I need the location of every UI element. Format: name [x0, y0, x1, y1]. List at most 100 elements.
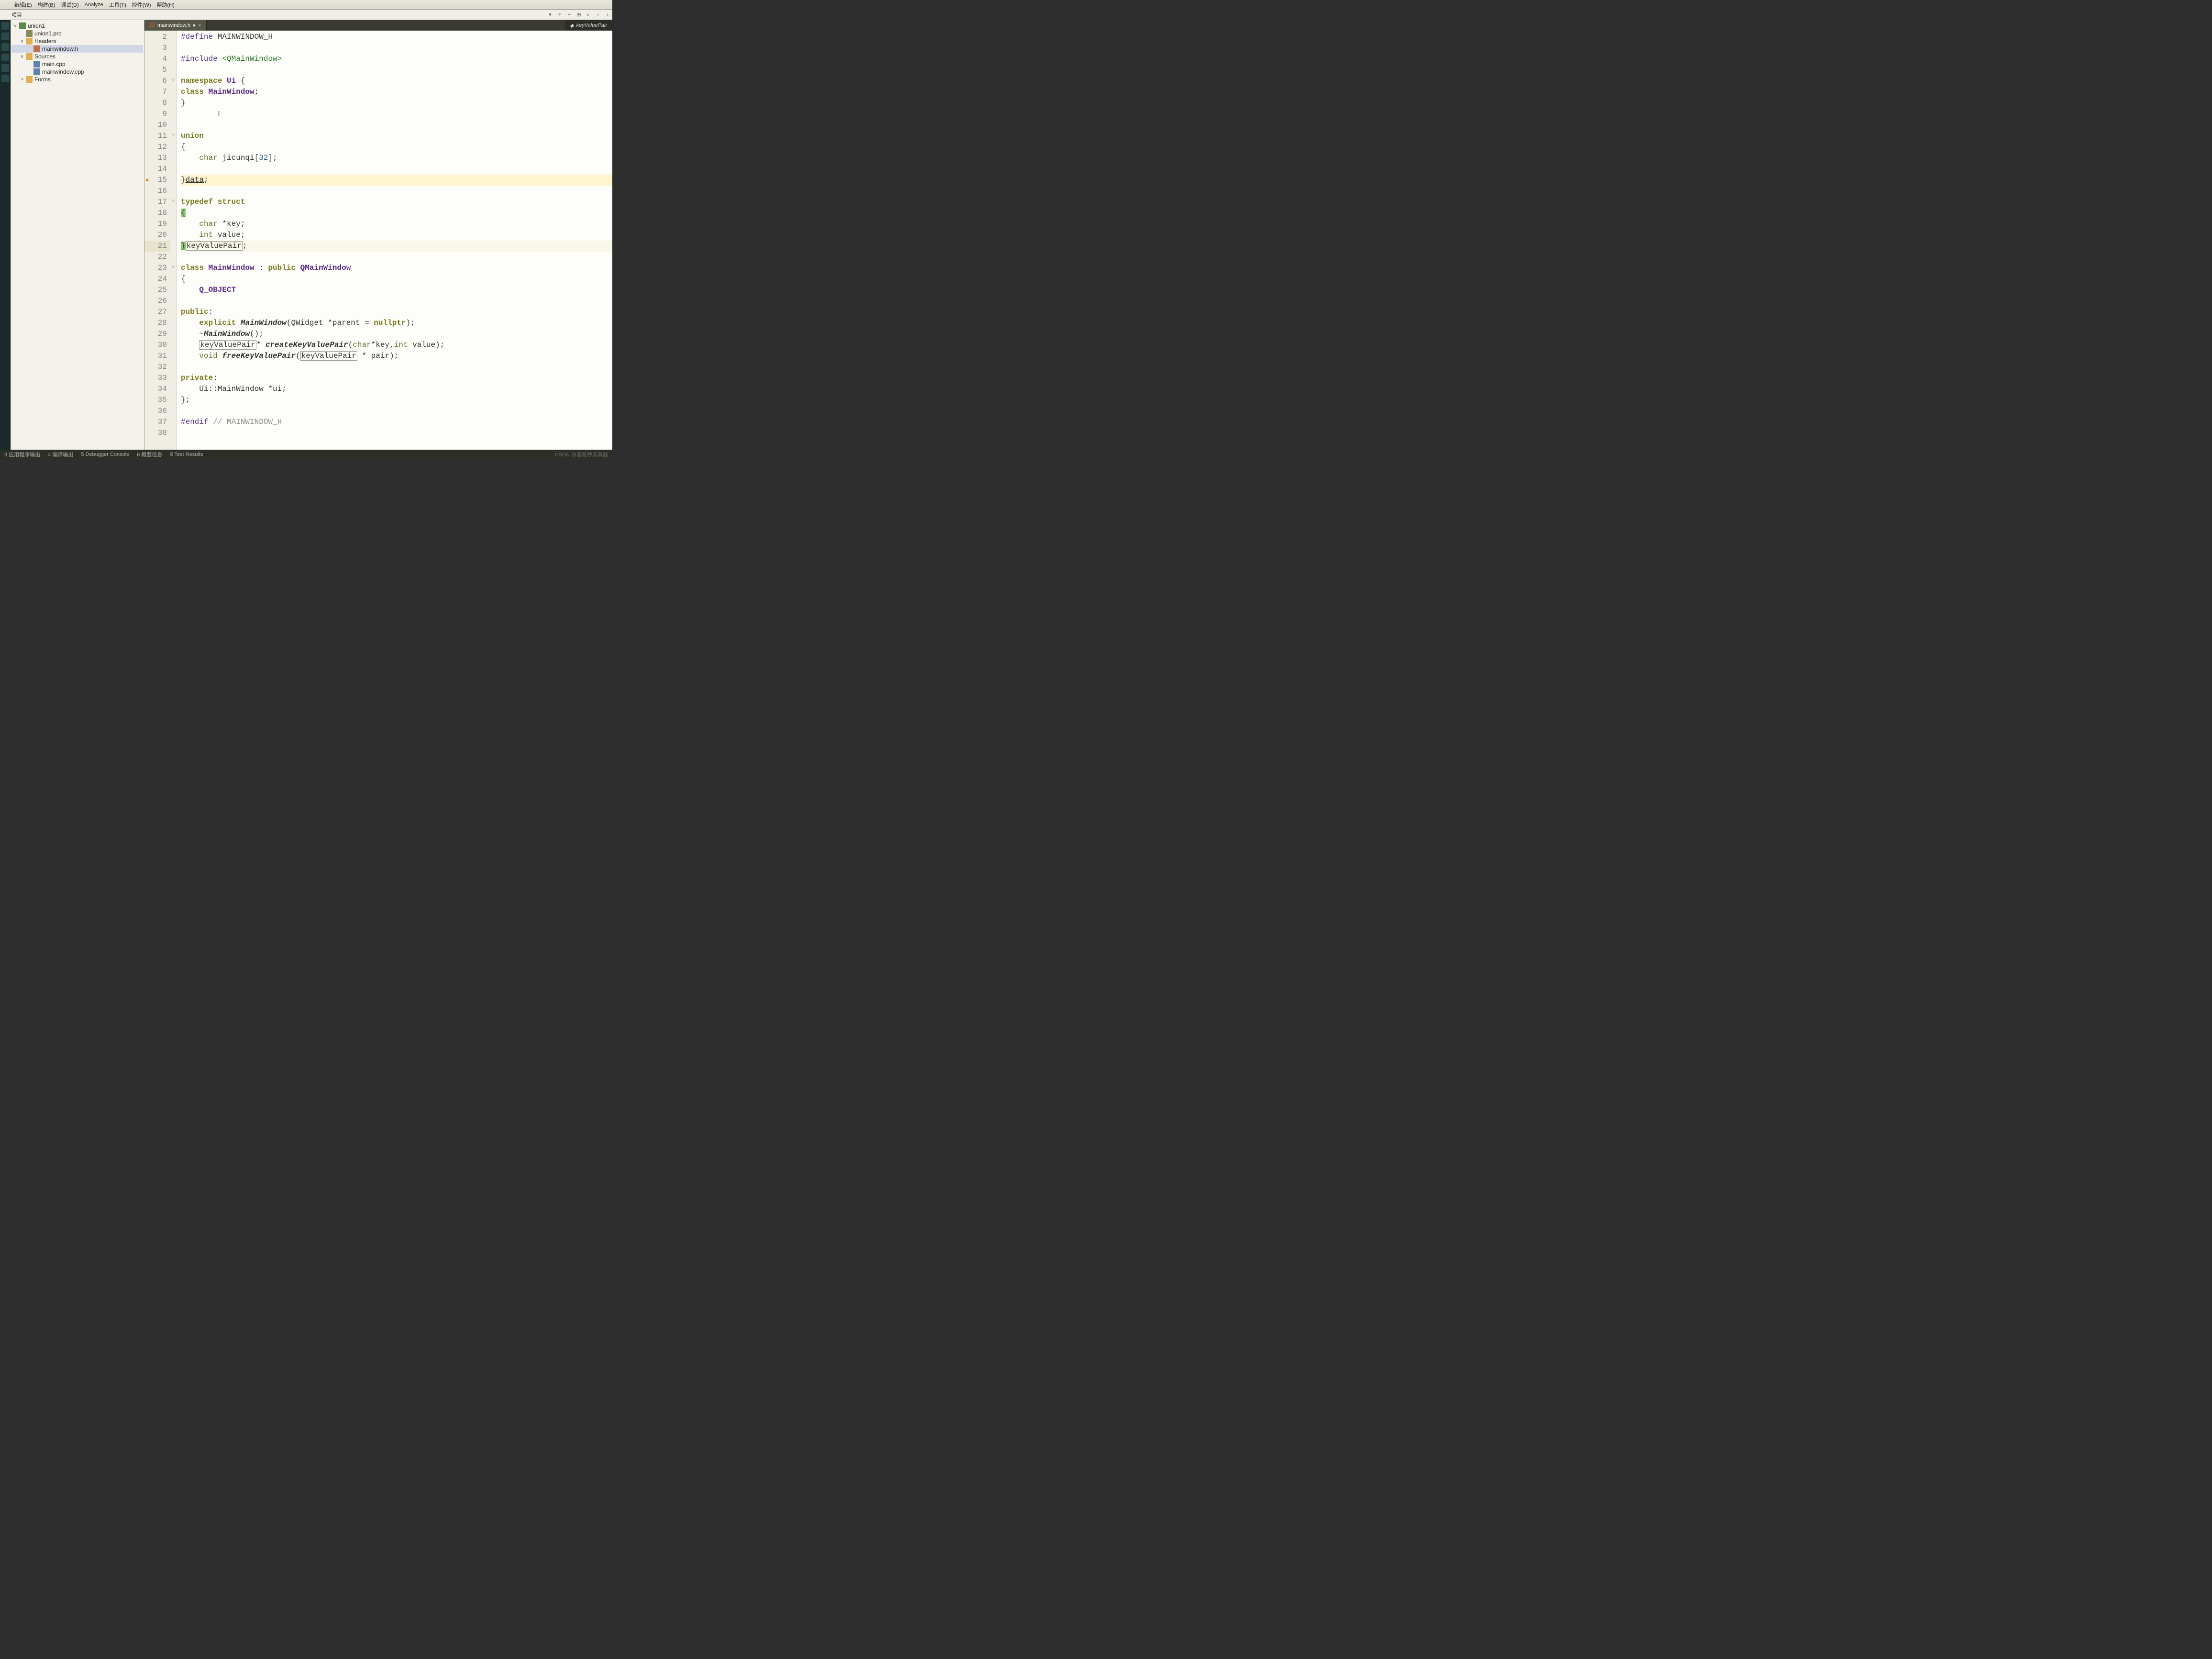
mode-debug[interactable] [1, 54, 9, 61]
line-number: 20 [144, 230, 170, 241]
line-number: 14 [144, 164, 170, 175]
filter-icon[interactable]: ▾ [546, 11, 554, 19]
code-line[interactable]: }keyValuePair; [181, 241, 612, 252]
code-line[interactable] [181, 164, 612, 175]
twisty-icon[interactable]: v [19, 54, 25, 59]
code-line[interactable]: }data; [181, 175, 612, 186]
fold-marker [170, 306, 177, 317]
code-line[interactable]: private: [181, 373, 612, 384]
fold-marker [170, 427, 177, 438]
line-number: 34 [144, 384, 170, 395]
line-number: 35 [144, 395, 170, 406]
line-number: 3 [144, 43, 170, 54]
tab-dropdown-icon[interactable]: ▾ [193, 22, 196, 29]
code-line[interactable]: void freeKeyValuePair(keyValuePair * pai… [181, 351, 612, 362]
line-number: ▲15 [144, 175, 170, 186]
code-line[interactable]: #endif // MAINWINDOW_H [181, 417, 612, 428]
menu-debug[interactable]: 调试(D) [58, 0, 81, 10]
tree-item-mainwindow-cpp[interactable]: mainwindow.cpp [11, 68, 143, 76]
code-line[interactable]: } [181, 98, 612, 109]
code-line[interactable] [181, 296, 612, 307]
code-line[interactable]: explicit MainWindow(QWidget *parent = nu… [181, 318, 612, 329]
sync-icon[interactable]: ◐ [585, 11, 592, 19]
code-line[interactable]: { [181, 142, 612, 153]
fold-marker[interactable]: v [170, 75, 177, 86]
mode-projects[interactable] [1, 64, 9, 72]
twisty-icon[interactable]: v [12, 23, 18, 29]
tree-item-headers[interactable]: vHeaders [11, 37, 143, 45]
output-pane-3[interactable]: 3 应用程序输出 [3, 451, 42, 458]
code-line[interactable]: { [181, 274, 612, 285]
code-line[interactable] [181, 120, 612, 131]
code-line[interactable]: ~MainWindow(); [181, 329, 612, 340]
output-pane-6[interactable]: 6 概要信息 [135, 451, 164, 458]
tab-mainwindow-h[interactable]: mainwindow.h ▾ × [144, 20, 207, 31]
code-line[interactable]: typedef struct [181, 197, 612, 208]
code-line[interactable]: class MainWindow : public QMainWindow [181, 263, 612, 274]
code-line[interactable]: { [181, 208, 612, 219]
code-line[interactable] [181, 428, 612, 439]
pro-icon [26, 30, 33, 37]
code-text-area[interactable]: #define MAINWINDOW_H #include <QMainWindo… [177, 31, 612, 450]
fold-marker[interactable]: v [170, 130, 177, 141]
menu-help[interactable]: 帮助(H) [154, 0, 177, 10]
fold-marker [170, 328, 177, 339]
tree-item-label: mainwindow.h [42, 45, 78, 52]
code-line[interactable] [181, 406, 612, 417]
fold-marker[interactable]: v [170, 196, 177, 207]
close-icon[interactable]: × [198, 22, 201, 29]
menu-edit[interactable]: 编辑(E) [11, 0, 35, 10]
code-line[interactable]: }; [181, 395, 612, 406]
code-line[interactable]: I [181, 109, 612, 120]
menu-tools[interactable]: 工具(T) [106, 0, 129, 10]
mode-design[interactable] [1, 43, 9, 51]
mode-help[interactable] [1, 75, 9, 82]
code-line[interactable]: #include <QMainWindow> [181, 54, 612, 65]
menu-analyze[interactable]: Analyze [82, 1, 106, 9]
nav-back-icon[interactable]: ‹ [594, 11, 602, 19]
line-number: 27 [144, 307, 170, 318]
code-line[interactable] [181, 43, 612, 54]
tree-item-label: union1.pro [34, 30, 62, 37]
code-line[interactable]: class MainWindow; [181, 87, 612, 98]
code-line[interactable]: int value; [181, 230, 612, 241]
code-line[interactable] [181, 362, 612, 373]
menu-build[interactable]: 构建(B) [35, 0, 58, 10]
header-file-icon [149, 22, 155, 28]
tree-item-main-cpp[interactable]: main.cpp [11, 60, 143, 68]
editor-tab-bar: mainwindow.h ▾ × ◆ keyValuePair [144, 20, 612, 31]
code-line[interactable]: char *key; [181, 219, 612, 230]
code-line[interactable]: keyValuePair* createKeyValuePair(char*ke… [181, 340, 612, 351]
twisty-icon[interactable]: v [19, 39, 25, 44]
code-line[interactable]: Q_OBJECT [181, 285, 612, 296]
menu-widgets[interactable]: 控件(W) [129, 0, 154, 10]
code-line[interactable]: public: [181, 307, 612, 318]
tree-item-forms[interactable]: > Forms [11, 76, 143, 83]
nav-fwd-icon[interactable]: › [604, 11, 611, 19]
tree-item-union1-pro[interactable]: union1.pro [11, 30, 143, 37]
code-line[interactable]: namespace Ui { [181, 76, 612, 87]
output-pane-8[interactable]: 8 Test Results [168, 452, 204, 457]
twisty-icon[interactable]: > [19, 77, 25, 82]
output-pane-5[interactable]: 5 Debugger Console [79, 452, 131, 457]
tree-item-sources[interactable]: vSources [11, 53, 143, 60]
output-pane-4[interactable]: 4 编译输出 [46, 451, 75, 458]
code-line[interactable] [181, 186, 612, 197]
collapse-icon[interactable]: − [565, 11, 573, 19]
tree-item-label: Forms [34, 76, 51, 83]
code-line[interactable]: char jicunqi[32]; [181, 153, 612, 164]
code-line[interactable]: union [181, 131, 612, 142]
tree-item-union1[interactable]: vunion1 [11, 22, 143, 30]
tree-item-mainwindow-h[interactable]: mainwindow.h [11, 45, 143, 53]
symbol-locator[interactable]: ◆ keyValuePair [565, 20, 612, 31]
code-line[interactable] [181, 252, 612, 263]
code-line[interactable]: #define MAINWINDOW_H [181, 32, 612, 43]
mode-welcome[interactable] [1, 22, 9, 30]
code-line[interactable]: Ui::MainWindow *ui; [181, 384, 612, 395]
code-line[interactable] [181, 65, 612, 76]
funnel-icon[interactable]: ⫧ [556, 11, 564, 19]
code-editor[interactable]: 234567891011121314▲151617181920212223242… [144, 31, 612, 450]
mode-edit[interactable] [1, 33, 9, 40]
fold-marker[interactable]: v [170, 262, 177, 273]
expand-icon[interactable]: ⊞ [575, 11, 583, 19]
